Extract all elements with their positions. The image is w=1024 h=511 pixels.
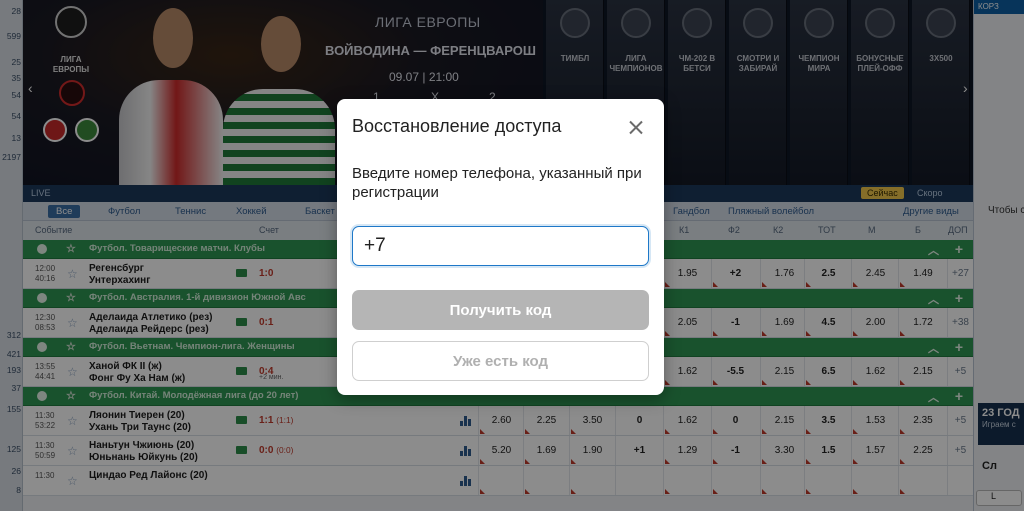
access-recovery-modal: Восстановление доступа Введите номер тел… bbox=[337, 99, 664, 395]
phone-input[interactable] bbox=[352, 226, 649, 266]
modal-description: Введите номер телефона, указанный при ре… bbox=[352, 165, 642, 201]
modal-title: Восстановление доступа bbox=[352, 116, 562, 136]
close-icon[interactable] bbox=[625, 117, 647, 139]
get-code-button[interactable]: Получить код bbox=[352, 290, 649, 330]
have-code-button[interactable]: Уже есть код bbox=[352, 341, 649, 381]
